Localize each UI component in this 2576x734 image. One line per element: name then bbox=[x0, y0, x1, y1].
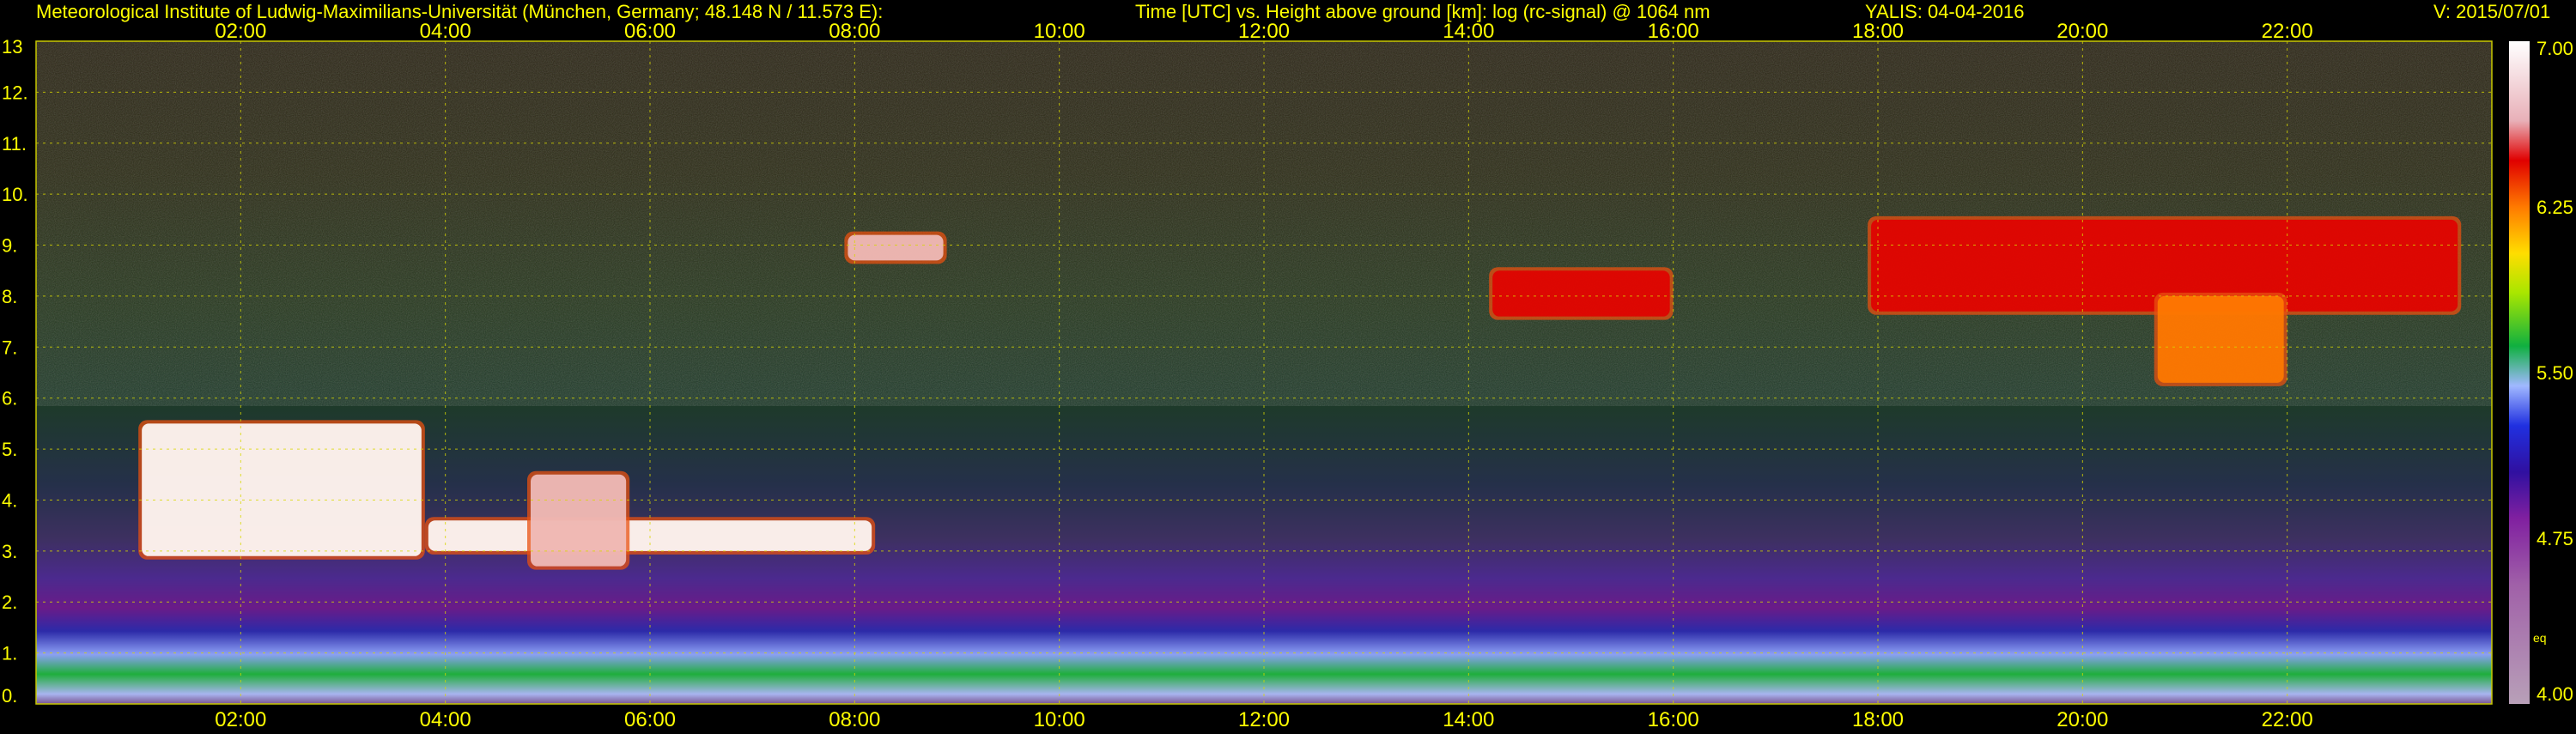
cloud-feature-6 bbox=[2154, 292, 2287, 386]
x-tick-label-bottom: 16:00 bbox=[1648, 708, 1699, 730]
colorbar-tick-label: 5.50 bbox=[2537, 362, 2573, 384]
y-tick-label: 3. bbox=[2, 541, 17, 562]
y-tick-label: 0. bbox=[2, 685, 17, 707]
x-tick-label-bottom: 18:00 bbox=[1852, 708, 1904, 730]
instrument-date-label: YALIS: 04-04-2016 bbox=[1865, 1, 2025, 22]
version-label: V: 2015/07/01 bbox=[2433, 1, 2551, 22]
x-tick-label-top: 10:00 bbox=[1034, 20, 1085, 43]
x-tick-label-top: 22:00 bbox=[2262, 20, 2313, 43]
y-tick-label: 9. bbox=[2, 235, 17, 257]
cloud-feature-0 bbox=[138, 420, 425, 560]
colorbar: 7.00 6.25 5.50 4.75 4.00 eq bbox=[2509, 38, 2573, 705]
colorbar-tick-label: 4.75 bbox=[2537, 528, 2573, 549]
x-tick-label-bottom: 20:00 bbox=[2057, 708, 2108, 730]
colorbar-tick-label: 6.25 bbox=[2537, 197, 2573, 218]
cloud-feature-4 bbox=[1489, 267, 1674, 320]
x-tick-label-bottom: 22:00 bbox=[2262, 708, 2313, 730]
x-tick-label-top: 20:00 bbox=[2057, 20, 2108, 43]
y-tick-label: 10. bbox=[2, 184, 28, 205]
cloud-feature-3 bbox=[844, 231, 947, 264]
colorbar-gradient bbox=[2509, 41, 2530, 704]
lidar-quicklook: 02:00 02:00 04:00 04:00 06:00 06:00 08:00 08:00… bbox=[0, 0, 2576, 731]
x-tick-label-bottom: 12:00 bbox=[1238, 708, 1290, 730]
x-tick-label-bottom: 10:00 bbox=[1034, 708, 1085, 730]
y-tick-label: 1. bbox=[2, 643, 17, 664]
x-tick-label-bottom: 08:00 bbox=[829, 708, 880, 730]
x-tick-label-bottom: 04:00 bbox=[420, 708, 471, 730]
plot-title: Time [UTC] vs. Height above ground [km]:… bbox=[1135, 1, 1710, 22]
y-tick-label: 4. bbox=[2, 489, 17, 511]
x-tick-label-bottom: 02:00 bbox=[215, 708, 266, 730]
cloud-feature-2 bbox=[527, 470, 630, 570]
y-tick-label: 13 bbox=[2, 36, 22, 58]
colorbar-tick-label: 7.00 bbox=[2537, 38, 2573, 59]
y-tick-label: 11. bbox=[2, 133, 27, 155]
lidar-heatmap-chart: 02:0002:0004:0004:0006:0006:0008:0008:00… bbox=[2, 20, 2573, 731]
y-tick-label: 8. bbox=[2, 286, 17, 307]
y-tick-label: 2. bbox=[2, 591, 17, 613]
y-tick-label: 6. bbox=[2, 388, 17, 409]
y-tick-label: 7. bbox=[2, 337, 17, 358]
x-tick-label-bottom: 14:00 bbox=[1443, 708, 1494, 730]
colorbar-tick-label: 4.00 bbox=[2537, 683, 2573, 705]
colorbar-note: eq bbox=[2533, 631, 2547, 645]
y-tick-label: 5. bbox=[2, 439, 17, 460]
x-tick-label-bottom: 06:00 bbox=[624, 708, 676, 730]
y-tick-label: 12. bbox=[2, 82, 28, 103]
institute-label: Meteorological Institute of Ludwig-Maxim… bbox=[36, 1, 884, 22]
